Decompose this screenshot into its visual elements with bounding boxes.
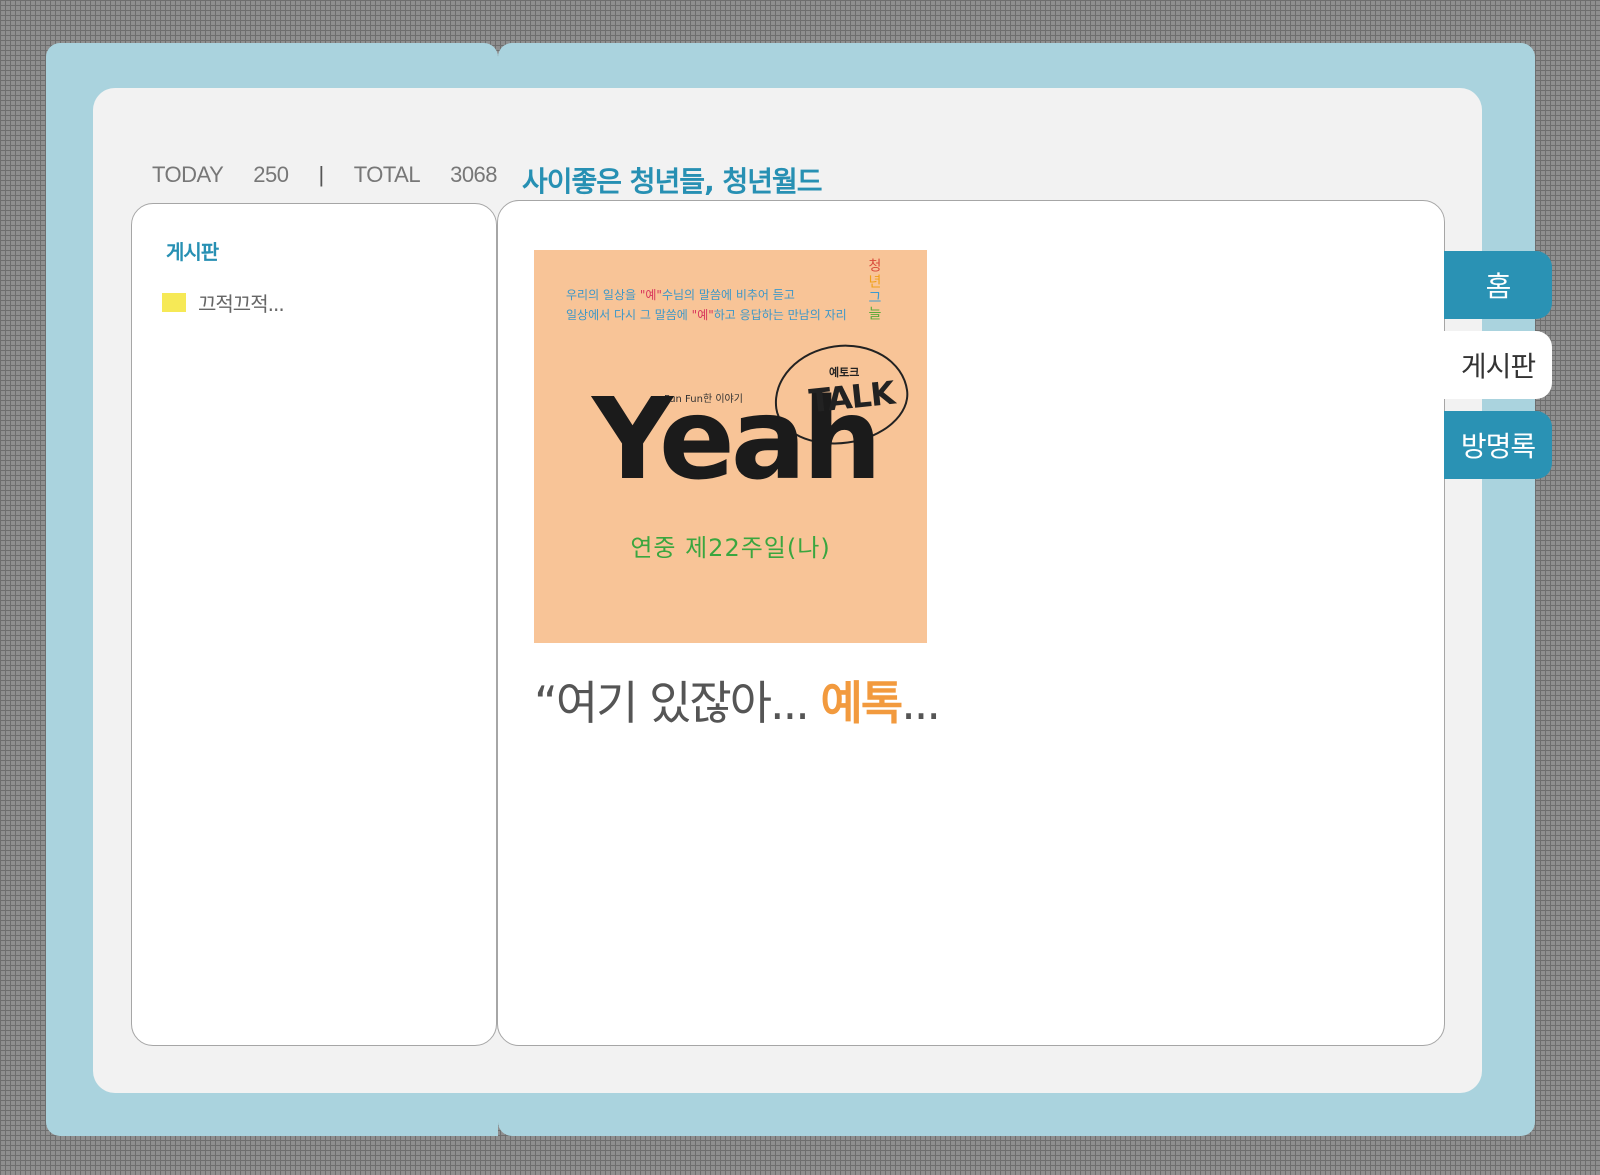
sidebar-panel xyxy=(131,203,497,1046)
total-value: 3068 xyxy=(450,162,498,187)
poster-line-1: 우리의 일상을 "예"수님의 말씀에 비추어 듣고 xyxy=(566,288,795,302)
tab-guestbook[interactable]: 방명록 xyxy=(1444,411,1552,479)
cheongnyeon-stamp-logo: 청년그늘 xyxy=(866,258,882,322)
total-label: TOTAL xyxy=(353,162,421,187)
sidebar-item-label: 끄적끄적... xyxy=(198,292,285,316)
sidebar-item-board[interactable]: 끄적끄적... xyxy=(162,288,285,317)
poster-week: 연중 제22주일(나) xyxy=(630,534,831,562)
quote-accent: 예톡 xyxy=(820,676,904,730)
site-title[interactable]: 사이좋은 청년들, 청년월드 xyxy=(522,160,822,200)
yeahtalk-poster: 우리의 일상을 "예"수님의 말씀에 비추어 듣고 일상에서 다시 그 말씀에 … xyxy=(534,250,927,643)
today-label: TODAY xyxy=(152,162,224,187)
tab-board[interactable]: 게시판 xyxy=(1444,331,1552,399)
today-value: 250 xyxy=(253,162,289,187)
sidebar-title: 게시판 xyxy=(166,240,219,264)
tab-home[interactable]: 홈 xyxy=(1444,251,1552,319)
main-quote: “여기 있잖아... 예톡... xyxy=(534,676,941,730)
folder-icon xyxy=(162,293,186,312)
counter-separator: | xyxy=(318,162,324,187)
poster-line-2: 일상에서 다시 그 말씀에 "예"하고 응답하는 만남의 자리 xyxy=(566,308,847,322)
visitor-counter: TODAY 250 | TOTAL 3068 xyxy=(152,162,498,188)
